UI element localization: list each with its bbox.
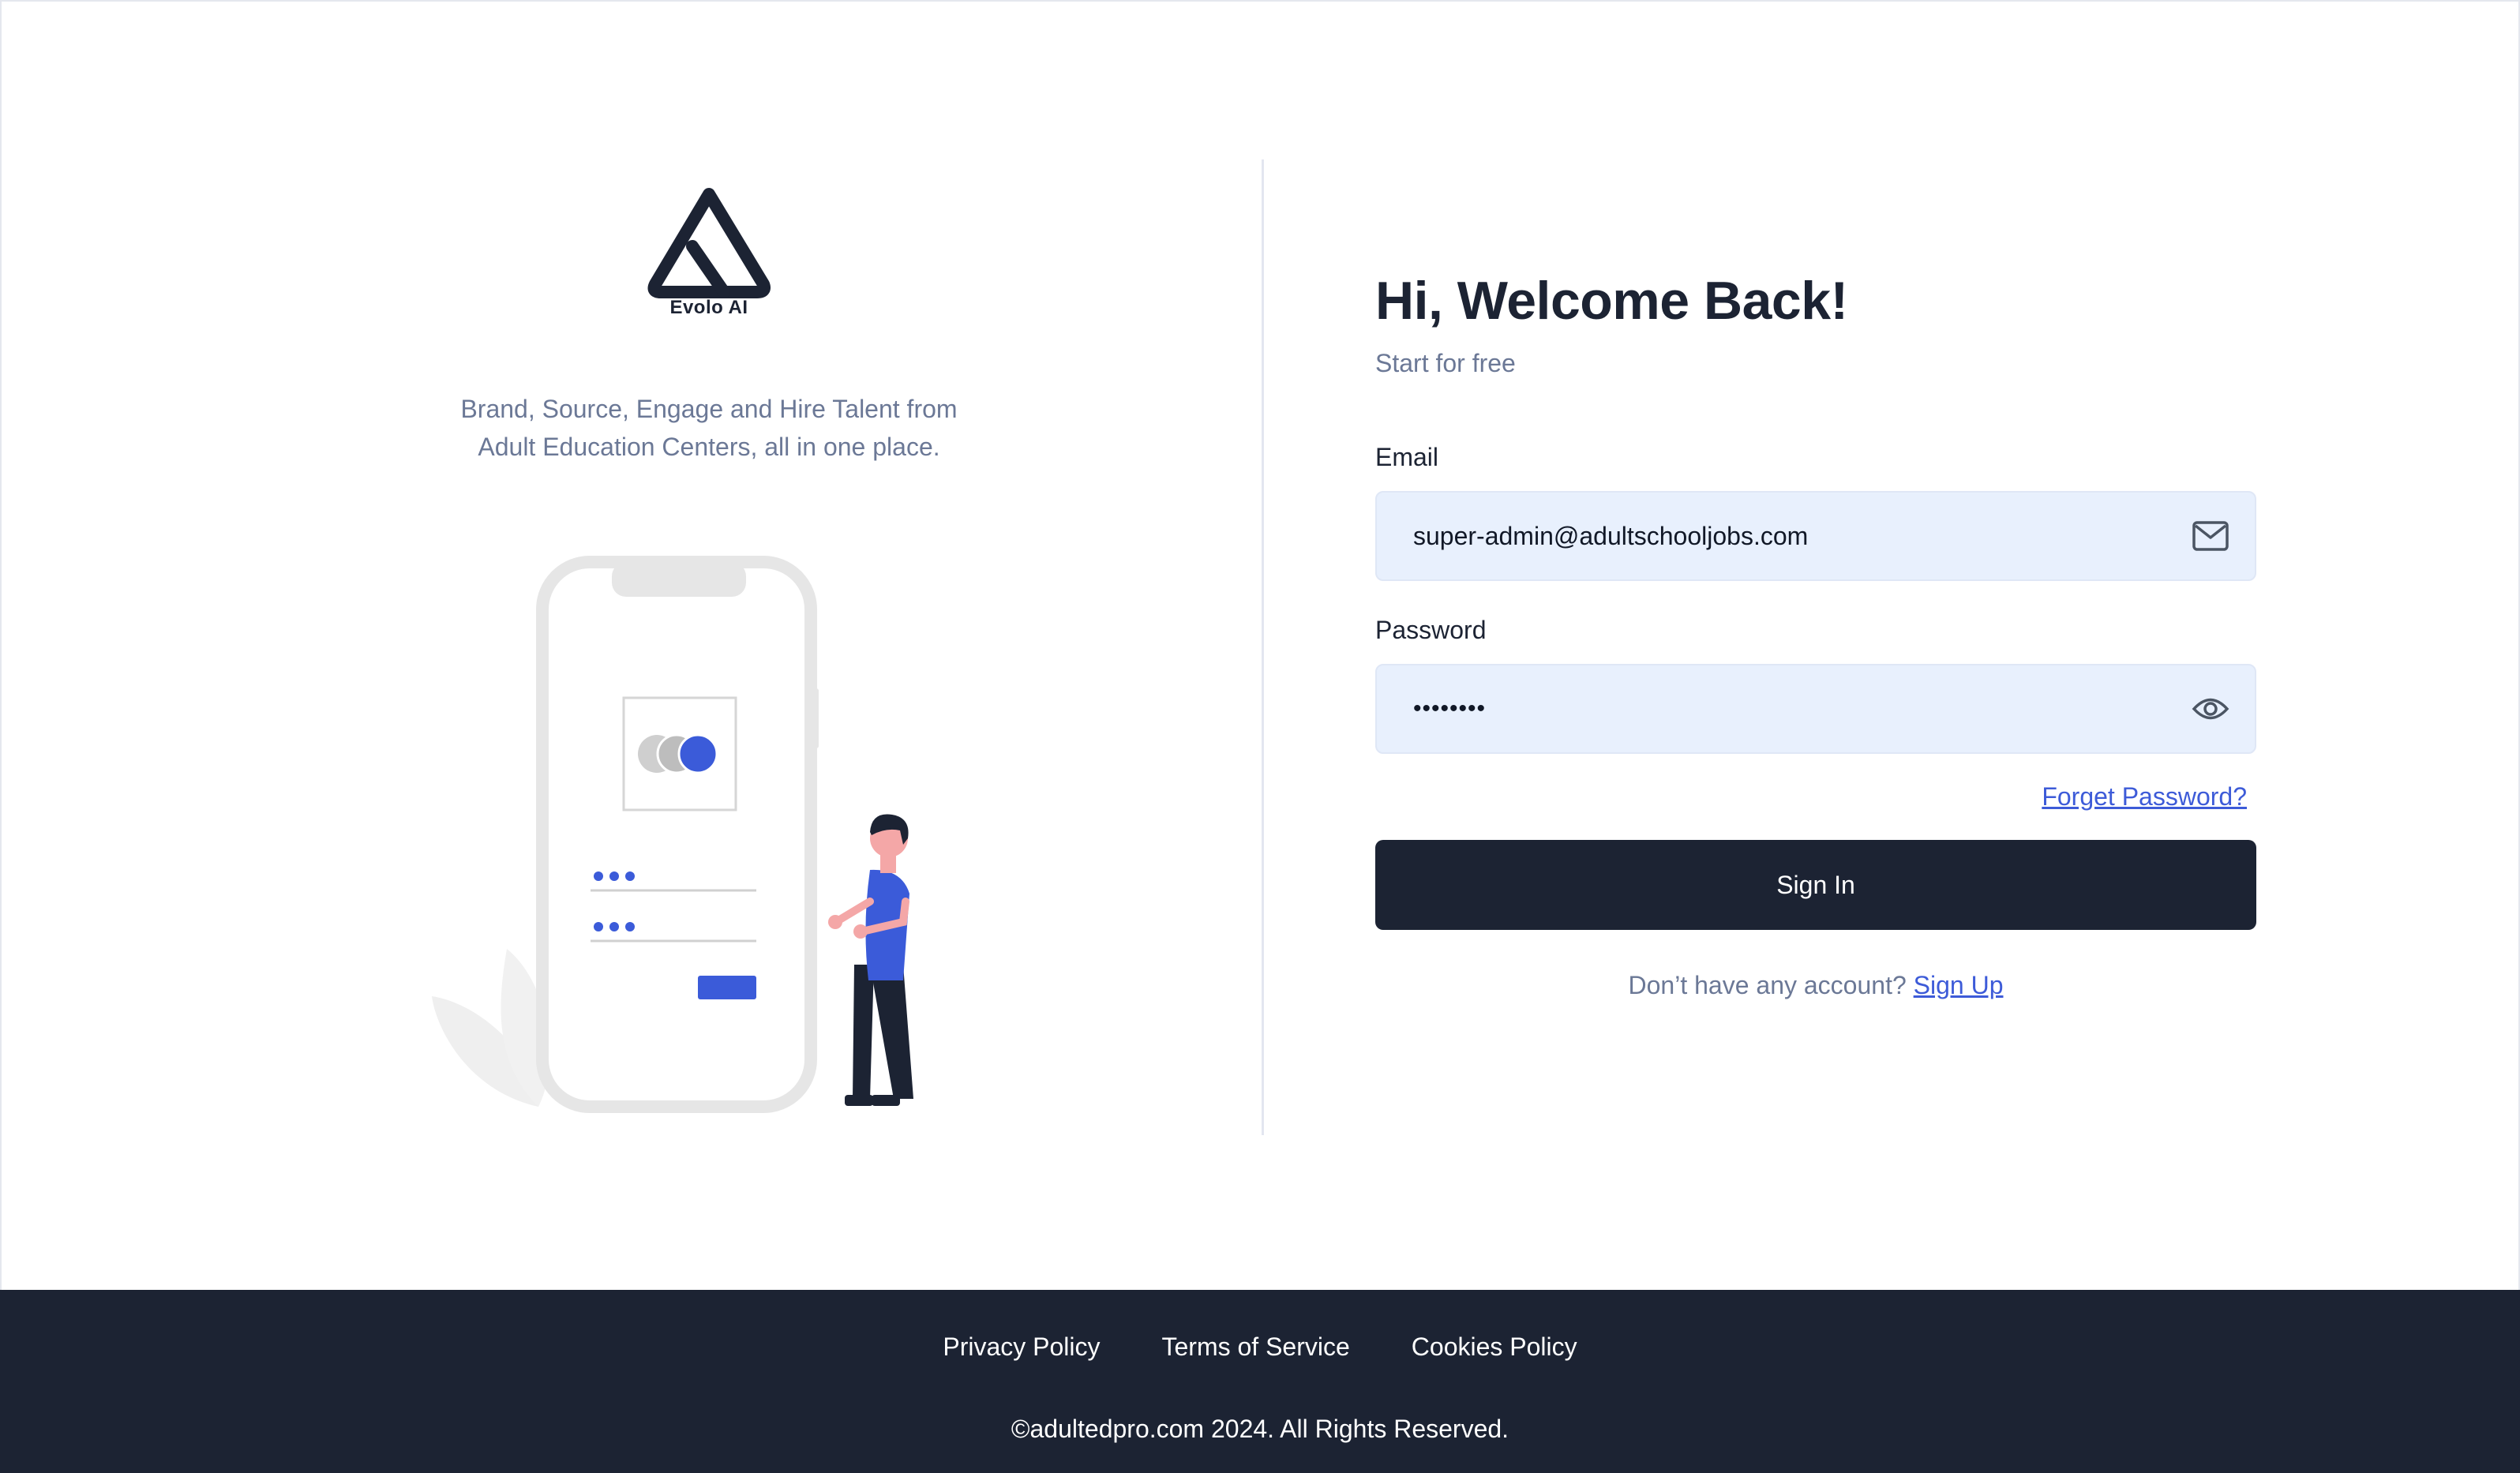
email-label: Email xyxy=(1375,443,1439,471)
page-title: Hi, Welcome Back! xyxy=(1375,271,1848,331)
page-subtitle: Start for free xyxy=(1375,349,1516,377)
login-form: Hi, Welcome Back! Start for free Email P… xyxy=(1375,270,2256,1000)
password-field-wrapper[interactable]: •••••••• xyxy=(1375,664,2256,754)
leaf-decoration xyxy=(432,949,550,1107)
cookies-policy-link[interactable]: Cookies Policy xyxy=(1412,1332,1577,1362)
password-label: Password xyxy=(1375,616,1487,644)
privacy-policy-link[interactable]: Privacy Policy xyxy=(943,1332,1100,1362)
tagline-line-2: Adult Education Centers, all in one plac… xyxy=(478,433,940,461)
mail-icon xyxy=(2190,515,2231,557)
sign-up-link[interactable]: Sign Up xyxy=(1914,971,2004,999)
logo-triangle-icon xyxy=(647,188,771,298)
brand-logo: Evolo AI xyxy=(638,183,780,333)
forgot-password-link[interactable]: Forget Password? xyxy=(2042,782,2247,811)
phone-illustration xyxy=(536,556,819,1113)
tagline-line-1: Brand, Source, Engage and Hire Talent fr… xyxy=(460,395,958,423)
login-page: Evolo AI Brand, Source, Engage and Hire … xyxy=(0,0,2520,1290)
signup-prompt: Don’t have any account? xyxy=(1628,971,1907,999)
email-field[interactable] xyxy=(1377,493,2255,579)
signup-row: Don’t have any account? Sign Up xyxy=(1375,971,2256,1000)
forgot-row: Forget Password? xyxy=(1375,782,2256,811)
terms-of-service-link[interactable]: Terms of Service xyxy=(1162,1332,1350,1362)
footer-links: Privacy Policy Terms of Service Cookies … xyxy=(0,1332,2520,1362)
copyright-text: ©adultedpro.com 2024. All Rights Reserve… xyxy=(1011,1415,1509,1443)
email-field-wrapper xyxy=(1375,491,2256,581)
panel-divider xyxy=(1262,159,1264,1135)
brand-tagline: Brand, Source, Engage and Hire Talent fr… xyxy=(428,390,990,466)
login-illustration xyxy=(432,556,913,1113)
brand-panel: Evolo AI Brand, Source, Engage and Hire … xyxy=(428,183,990,466)
logo-text: Evolo AI xyxy=(669,297,748,318)
password-field[interactable]: •••••••• xyxy=(1413,665,1486,752)
footer: Privacy Policy Terms of Service Cookies … xyxy=(0,1290,2520,1473)
eye-icon[interactable] xyxy=(2190,688,2231,729)
person-illustration xyxy=(828,814,913,1106)
sign-in-button[interactable]: Sign In xyxy=(1375,840,2256,930)
